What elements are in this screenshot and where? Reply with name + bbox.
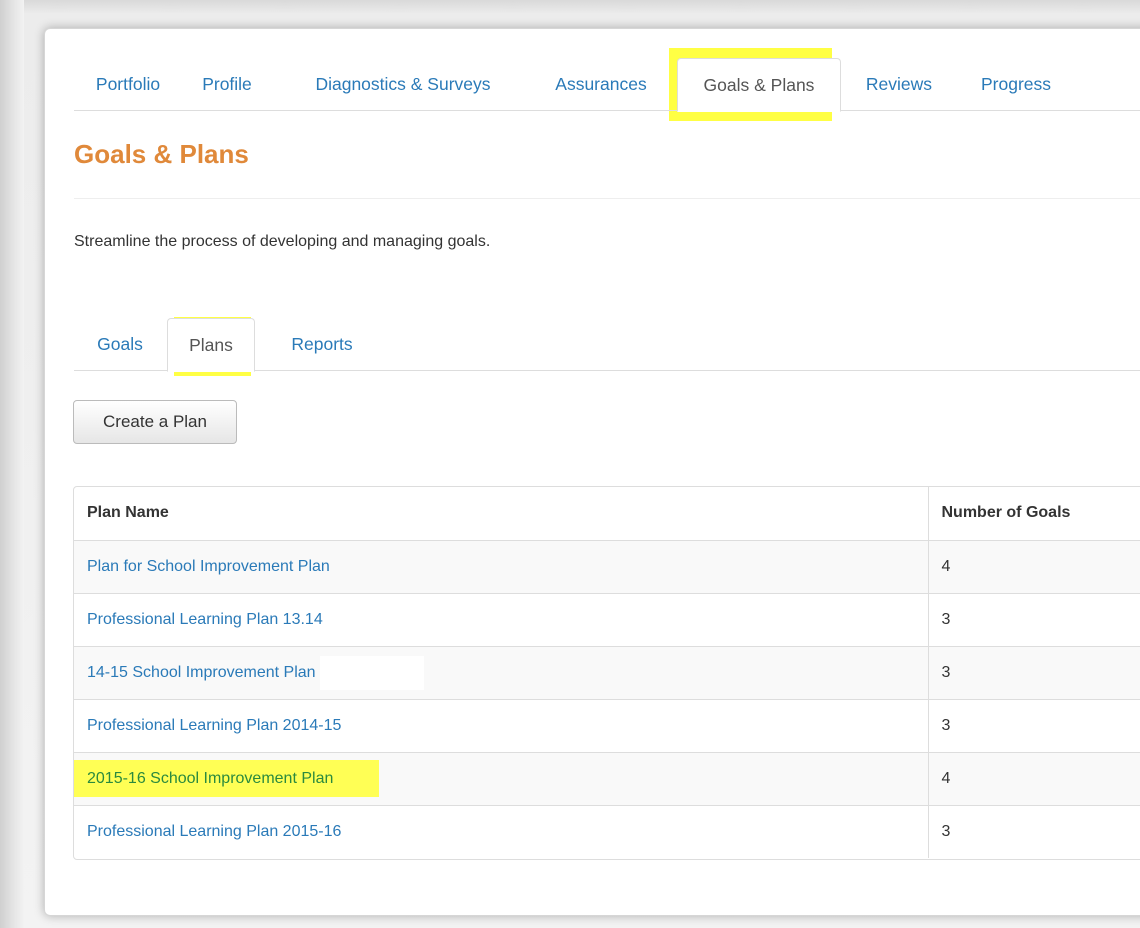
plan-link[interactable]: Professional Learning Plan 2015-16 bbox=[87, 823, 341, 840]
goal-count-cell: 3 bbox=[927, 698, 1140, 752]
tab-diagnostics-surveys[interactable]: Diagnostics & Surveys bbox=[292, 58, 514, 111]
main-nav-tabs: Portfolio Profile Diagnostics & Surveys … bbox=[74, 58, 1140, 112]
tab-profile[interactable]: Profile bbox=[188, 58, 266, 111]
subtab-goals[interactable]: Goals bbox=[80, 318, 160, 371]
plan-link[interactable]: Professional Learning Plan 2014-15 bbox=[87, 717, 341, 734]
tab-goals-plans[interactable]: Goals & Plans bbox=[677, 58, 841, 112]
redaction-box bbox=[319, 655, 424, 690]
page-title: Goals & Plans bbox=[74, 139, 249, 169]
title-divider bbox=[74, 198, 1140, 199]
main-panel: Portfolio Profile Diagnostics & Surveys … bbox=[44, 28, 1140, 916]
subtab-reports[interactable]: Reports bbox=[270, 318, 374, 371]
window-edge bbox=[0, 0, 24, 928]
goal-count-cell: 3 bbox=[927, 645, 1140, 699]
tab-progress[interactable]: Progress bbox=[964, 58, 1068, 111]
plan-name-cell: Plan for School Improvement Plan bbox=[74, 539, 928, 593]
table-row-highlighted: 2015-16 School Improvement Plan 4 bbox=[74, 751, 1140, 805]
goal-count-cell: 3 bbox=[927, 804, 1140, 858]
table-row: Plan for School Improvement Plan 4 bbox=[74, 539, 1140, 593]
goal-count-cell: 4 bbox=[927, 751, 1140, 805]
goal-count-cell: 4 bbox=[927, 539, 1140, 593]
table-row: Professional Learning Plan 2014-15 3 bbox=[74, 698, 1140, 752]
page-description: Streamline the process of developing and… bbox=[74, 233, 491, 250]
column-header-plan-name: Plan Name bbox=[87, 504, 169, 522]
table-row: 14-15 School Improvement Plan 3 bbox=[74, 645, 1140, 699]
table-row: Professional Learning Plan 13.14 3 bbox=[74, 592, 1140, 646]
tab-reviews[interactable]: Reviews bbox=[851, 58, 947, 111]
plan-name-cell: 14-15 School Improvement Plan bbox=[74, 645, 928, 699]
plan-link[interactable]: 14-15 School Improvement Plan bbox=[87, 664, 316, 681]
plan-link[interactable]: 2015-16 School Improvement Plan bbox=[87, 770, 333, 787]
sub-nav-tabs: Goals Plans Reports bbox=[74, 318, 1140, 372]
subtab-plans[interactable]: Plans bbox=[167, 318, 255, 372]
plan-name-cell: 2015-16 School Improvement Plan bbox=[74, 751, 928, 805]
plans-table: Plan Name Number of Goals Plan for Schoo… bbox=[73, 486, 1140, 860]
plan-name-cell: Professional Learning Plan 13.14 bbox=[74, 592, 928, 646]
column-header-number-of-goals: Number of Goals bbox=[927, 487, 1140, 540]
tab-portfolio[interactable]: Portfolio bbox=[80, 58, 176, 111]
plan-link[interactable]: Professional Learning Plan 13.14 bbox=[87, 611, 323, 628]
create-plan-button[interactable]: Create a Plan bbox=[73, 400, 237, 444]
table-row: Professional Learning Plan 2015-16 3 bbox=[74, 804, 1140, 858]
table-header-row: Plan Name Number of Goals bbox=[74, 487, 1140, 540]
plan-link[interactable]: Plan for School Improvement Plan bbox=[87, 558, 330, 575]
goal-count-cell: 3 bbox=[927, 592, 1140, 646]
plan-name-cell: Professional Learning Plan 2014-15 bbox=[74, 698, 928, 752]
plan-name-cell: Professional Learning Plan 2015-16 bbox=[74, 804, 928, 858]
tab-assurances[interactable]: Assurances bbox=[534, 58, 668, 111]
